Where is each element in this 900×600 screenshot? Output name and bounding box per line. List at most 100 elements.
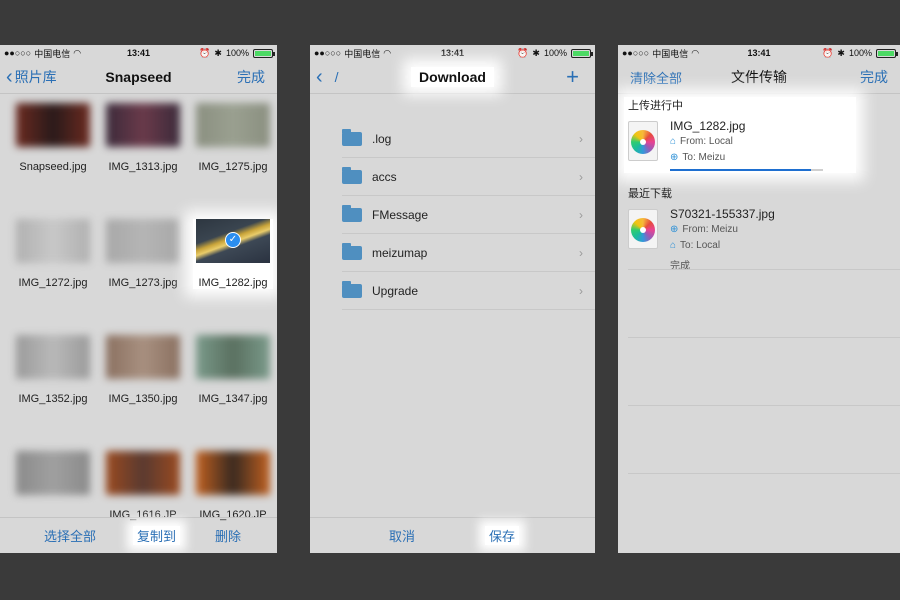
- folder-icon: [342, 129, 362, 146]
- battery-icon: [253, 48, 275, 58]
- divider: [628, 337, 900, 338]
- photo-name: IMG_1272.jpg: [18, 277, 88, 289]
- add-folder-button[interactable]: +: [566, 64, 579, 90]
- photo-name: IMG_1347.jpg: [198, 393, 268, 405]
- photos-file-icon: [628, 209, 658, 249]
- photo-thumbnail: [106, 335, 180, 379]
- signal-icon: ●●○○○: [4, 48, 32, 58]
- signal-icon: ●●○○○: [314, 48, 342, 58]
- status-bar: ●●○○○ 中国电信 ◠ 13:41 ⏰ ✱ 100%: [0, 45, 277, 61]
- uploading-file-item[interactable]: IMG_1282.jpg ⌂ From: Local ⊕ To: Meizu: [618, 115, 900, 183]
- photo-item[interactable]: IMG_1272.jpg: [13, 219, 93, 289]
- photo-thumbnail: [106, 451, 180, 495]
- carrier-label: 中国电信: [344, 48, 381, 59]
- photo-item[interactable]: IMG_1616.JP: [103, 451, 183, 521]
- save-button[interactable]: 保存: [485, 526, 520, 545]
- chevron-left-icon: ‹: [316, 66, 323, 88]
- photo-item[interactable]: [13, 451, 93, 509]
- chevron-right-icon: ›: [579, 245, 583, 260]
- photo-item[interactable]: IMG_1275.jpg: [193, 103, 273, 173]
- photo-item[interactable]: IMG_1273.jpg: [103, 219, 183, 289]
- nav-bar: ‹ 照片库 Snapseed 完成: [0, 61, 277, 94]
- bluetooth-icon: ✱: [532, 47, 540, 58]
- clear-all-button[interactable]: 清除全部: [630, 68, 682, 87]
- transfer-to: To: Meizu: [682, 152, 726, 163]
- photo-name: IMG_1282.jpg: [198, 277, 268, 289]
- battery-icon: [571, 48, 593, 58]
- photo-thumbnail: [16, 451, 90, 495]
- photo-thumbnail: [196, 451, 270, 495]
- photo-library-panel: ●●○○○ 中国电信 ◠ 13:41 ⏰ ✱ 100% ‹ 照片库 Snapseed 完成…: [0, 45, 277, 553]
- folder-name: Upgrade: [372, 283, 419, 298]
- folder-row[interactable]: Upgrade ›: [342, 272, 595, 310]
- status-bar: ●●○○○ 中国电信 ◠ 13:41 ⏰ ✱ 100%: [310, 45, 595, 61]
- folder-name: .log: [372, 131, 392, 146]
- transfer-to: To: Local: [680, 240, 721, 251]
- transfer-from: From: Meizu: [682, 224, 738, 235]
- alarm-icon: ⏰: [199, 47, 211, 58]
- photo-thumbnail: [196, 103, 270, 147]
- done-button[interactable]: 完成: [237, 67, 265, 87]
- cancel-button[interactable]: 取消: [389, 526, 415, 545]
- back-button[interactable]: ‹ 照片库: [6, 67, 57, 87]
- photo-thumbnail: [196, 335, 270, 379]
- photo-item[interactable]: ✓ IMG_1282.jpg: [193, 219, 273, 289]
- chevron-right-icon: ›: [579, 207, 583, 222]
- carrier-label: 中国电信: [34, 48, 71, 59]
- signal-icon: ●●○○○: [622, 48, 650, 58]
- battery-percent: 100%: [543, 48, 567, 58]
- photo-thumbnail: ✓: [196, 219, 270, 263]
- folder-picker-panel: ●●○○○ 中国电信 ◠ 13:41 ⏰ ✱ 100% ‹ / Download + .l…: [310, 45, 595, 553]
- photo-item[interactable]: IMG_1620.JP: [193, 451, 273, 521]
- checkmark-icon: ✓: [225, 232, 241, 248]
- chevron-right-icon: ›: [579, 283, 583, 298]
- delete-button[interactable]: 删除: [215, 526, 241, 545]
- photo-name: IMG_1352.jpg: [18, 393, 88, 405]
- folder-row[interactable]: FMessage ›: [342, 196, 595, 234]
- folder-row[interactable]: .log ›: [342, 120, 595, 158]
- divider: [628, 405, 900, 406]
- photo-thumbnail: [106, 103, 180, 147]
- alarm-icon: ⏰: [822, 47, 834, 58]
- done-button[interactable]: 完成: [860, 67, 888, 87]
- carrier-label: 中国电信: [652, 48, 689, 59]
- chevron-left-icon: ‹: [6, 66, 13, 88]
- photo-item[interactable]: IMG_1347.jpg: [193, 335, 273, 405]
- copy-to-button[interactable]: 复制到: [133, 526, 181, 545]
- folder-name: accs: [372, 169, 397, 184]
- alarm-icon: ⏰: [517, 47, 529, 58]
- recent-section-header: 最近下载: [628, 188, 672, 200]
- wifi-icon: ◠: [73, 47, 82, 58]
- page-title: Download: [411, 67, 494, 87]
- folder-row[interactable]: meizumap ›: [342, 234, 595, 272]
- status-bar: ●●○○○ 中国电信 ◠ 13:41 ⏰ ✱ 100%: [618, 45, 900, 61]
- folder-icon: [342, 205, 362, 222]
- select-all-button[interactable]: 选择全部: [44, 526, 96, 545]
- back-button[interactable]: ‹ /: [316, 67, 339, 87]
- photo-name: IMG_1350.jpg: [108, 393, 178, 405]
- photo-item[interactable]: IMG_1350.jpg: [103, 335, 183, 405]
- photo-thumbnail: [16, 103, 90, 147]
- folder-icon: [342, 281, 362, 298]
- photo-item[interactable]: Snapseed.jpg: [13, 103, 93, 173]
- folder-icon: [342, 167, 362, 184]
- bottom-toolbar: 选择全部 复制到 删除: [0, 517, 277, 553]
- uploading-section-header: 上传进行中: [628, 100, 683, 112]
- folder-row[interactable]: accs ›: [342, 158, 595, 196]
- recent-file-item[interactable]: S70321-155337.jpg ⊕ From: Meizu ⌂ To: Loca…: [618, 203, 900, 272]
- transfer-from: From: Local: [680, 136, 733, 147]
- photo-name: Snapseed.jpg: [19, 161, 87, 173]
- photo-name: IMG_1273.jpg: [108, 277, 178, 289]
- photo-item[interactable]: IMG_1352.jpg: [13, 335, 93, 405]
- folder-list: .log › accs › FMessage › meizumap › Upgrade ›: [310, 120, 595, 310]
- upload-progress-bar: [670, 169, 823, 171]
- battery-icon: [876, 48, 898, 58]
- photo-item[interactable]: IMG_1313.jpg: [103, 103, 183, 173]
- globe-icon: ⊕: [670, 152, 679, 163]
- divider: [628, 473, 900, 474]
- folder-name: meizumap: [372, 245, 428, 260]
- bottom-toolbar: 取消 保存: [310, 517, 595, 553]
- chevron-right-icon: ›: [579, 131, 583, 146]
- photo-thumbnail: [16, 219, 90, 263]
- photos-file-icon: [628, 121, 658, 161]
